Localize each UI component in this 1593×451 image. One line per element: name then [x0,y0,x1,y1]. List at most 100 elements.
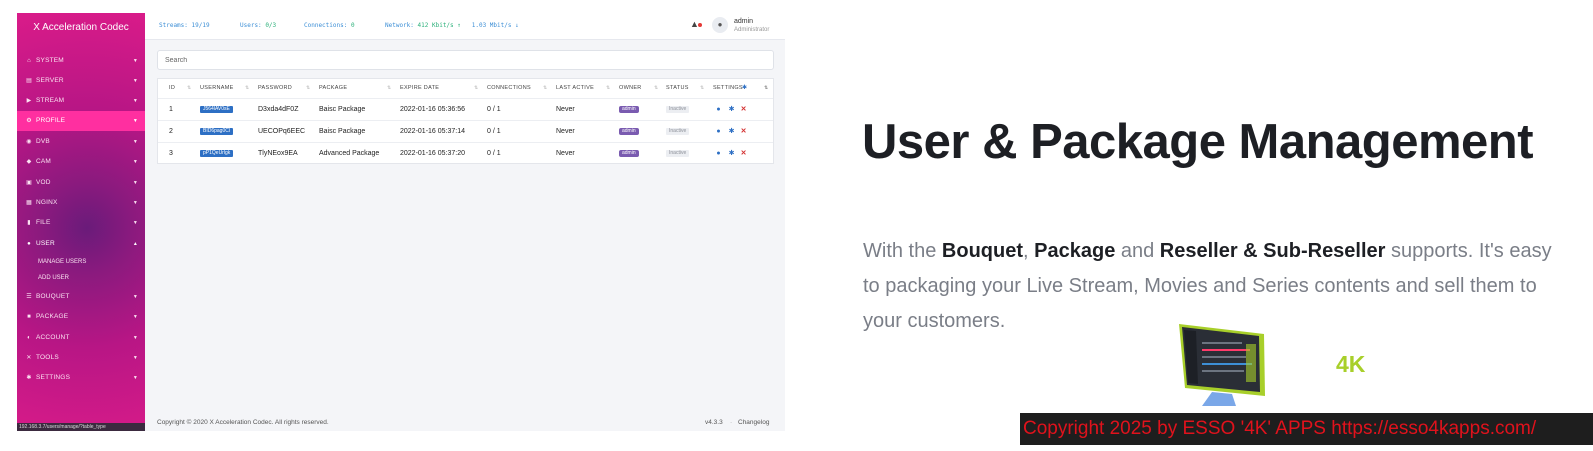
copyright-banner[interactable]: Copyright 2025 by ESSO '4K' APPS https:/… [1020,413,1593,445]
gear-icon[interactable]: ✱ [728,106,735,113]
sidebar-item-dvb[interactable]: ◉ DVB ▼ [17,132,145,152]
code-icon: ▦ [26,200,32,206]
col-username[interactable]: USERNAME [200,79,234,97]
footer-version: v4.3.3 [705,419,723,426]
col-settings[interactable]: SETTINGS [713,79,743,97]
account-icon: ◐ [27,335,31,341]
delete-icon[interactable]: ✕ [740,106,747,113]
sidebar-item-tools[interactable]: ✕ TOOLS ▼ [17,348,145,368]
delete-icon[interactable]: ✕ [740,150,747,157]
sort-icon[interactable]: ⇅ [245,79,249,97]
sidebar-subitem-manage-users[interactable]: MANAGE USERS [38,258,86,266]
chevron-down-icon: ▼ [132,58,138,64]
film-icon: ▣ [26,180,32,186]
sort-icon[interactable]: ⇅ [606,79,610,97]
sort-icon[interactable]: ⇅ [543,79,547,97]
sidebar-item-user[interactable]: ● USER ▲ [17,234,145,254]
chevron-up-icon: ▲ [132,241,138,247]
gear-icon[interactable]: ✱ [728,128,735,135]
package-icon: ■ [27,314,31,320]
table-row[interactable]: 3 pP1QeUrlgk TlyNEox9EA Advanced Package… [158,142,773,164]
sort-icon[interactable]: ⇅ [654,79,658,97]
screen-line [1202,356,1246,358]
changelog-link[interactable]: Changelog [738,419,769,427]
gear-icon[interactable]: ✱ [728,150,735,157]
chevron-down-icon: ▼ [132,200,138,206]
sort-icon[interactable]: ⇅ [474,79,478,97]
owner-badge: admin [619,127,639,135]
col-last-active[interactable]: LAST ACTIVE [556,79,594,97]
col-id[interactable]: ID [169,79,175,97]
label-4k: 4K [1336,351,1366,377]
col-owner[interactable]: OWNER [619,79,642,97]
sidebar-item-vod[interactable]: ▣ VOD ▼ [17,173,145,193]
info-icon[interactable]: ● [715,150,722,157]
sort-icon[interactable]: ⇅ [700,79,704,97]
sidebar-item-nginx[interactable]: ▦ NGINX ▼ [17,193,145,213]
sidebar-item-profile[interactable]: ⚙ PROFILE ▼ [17,111,145,131]
avatar[interactable]: ● [712,17,728,33]
chevron-down-icon: ▼ [132,139,138,145]
screen-line [1202,363,1252,365]
chevron-down-icon: ▼ [132,159,138,165]
col-password[interactable]: PASSWORD [258,79,292,97]
screen-line [1202,349,1250,351]
sidebar-item-package[interactable]: ■ PACKAGE ▼ [17,307,145,327]
status-badge: Inactive [666,149,690,157]
username-badge[interactable]: BID6pag0Cl [200,127,233,135]
chevron-down-icon: ▼ [132,118,138,124]
search-input[interactable] [157,50,774,70]
screen-line [1202,370,1244,372]
gear-icon[interactable]: ✱ [742,79,747,97]
app-screenshot: X Acceleration Codec ⌂ SYSTEM ▼ ▤ SERVER… [17,13,785,431]
username-badge[interactable]: J564lAV0sE [200,105,233,113]
sidebar-item-system[interactable]: ⌂ SYSTEM ▼ [17,51,145,71]
col-expire-date[interactable]: EXPIRE DATE [400,79,439,97]
cam-icon: ◆ [26,159,32,165]
info-icon[interactable]: ● [715,106,722,113]
chevron-down-icon: ▼ [132,78,138,84]
table-row[interactable]: 1 J564lAV0sE D3xda4dF0Z Baisc Package 20… [158,98,773,120]
sidebar-item-bouquet[interactable]: ☰ BOUQUET ▼ [17,287,145,307]
monitor-illustration [1179,324,1265,406]
delete-icon[interactable]: ✕ [740,128,747,135]
chevron-down-icon: ▼ [132,180,138,186]
user-name[interactable]: admin [734,17,753,26]
sidebar-item-cam[interactable]: ◆ CAM ▼ [17,152,145,172]
sidebar-item-server[interactable]: ▤ SERVER ▼ [17,71,145,91]
sort-icon[interactable]: ⇅ [764,79,768,97]
page: X Acceleration Codec ⌂ SYSTEM ▼ ▤ SERVER… [0,0,1593,451]
connections-stat: Connections: 0 [304,22,355,29]
arrow-up-icon: ↑ [457,22,461,29]
col-package[interactable]: PACKAGE [319,79,347,97]
sort-icon[interactable]: ⇅ [187,79,191,97]
chevron-down-icon: ▼ [132,375,138,381]
list-icon: ☰ [26,294,32,300]
username-badge[interactable]: pP1QeUrlgk [200,149,234,157]
user-role: Administrator [734,27,770,33]
chevron-down-icon: ▼ [132,98,138,104]
col-connections[interactable]: CONNECTIONS [487,79,531,97]
notification-dot [698,23,702,27]
table-row[interactable]: 2 BID6pag0Cl UECOPq6EEC Baisc Package 20… [158,120,773,142]
col-status[interactable]: STATUS [666,79,689,97]
sidebar-item-settings[interactable]: ✱ SETTINGS ▼ [17,368,145,388]
stream-icon: ▶ [26,98,32,104]
sidebar-subitem-add-user[interactable]: ADD USER [38,274,69,282]
user-icon: ● [27,241,31,247]
gear-icon: ✱ [26,375,32,381]
home-icon: ⌂ [27,58,31,64]
brand-title[interactable]: X Acceleration Codec [17,13,145,43]
sort-icon[interactable]: ⇅ [387,79,391,97]
status-badge: Inactive [666,127,690,135]
chevron-down-icon: ▼ [132,220,138,226]
sort-icon[interactable]: ⇅ [306,79,310,97]
users-stat: Users: 0/3 [240,22,277,29]
user-icon: ● [717,20,723,29]
footer-separator: · [730,419,733,426]
sidebar-item-account[interactable]: ◐ ACCOUNT ▼ [17,328,145,348]
info-icon[interactable]: ● [715,128,722,135]
server-icon: ▤ [26,78,32,84]
sidebar-item-file[interactable]: ▮ FILE ▼ [17,213,145,233]
sidebar-item-stream[interactable]: ▶ STREAM ▼ [17,91,145,111]
